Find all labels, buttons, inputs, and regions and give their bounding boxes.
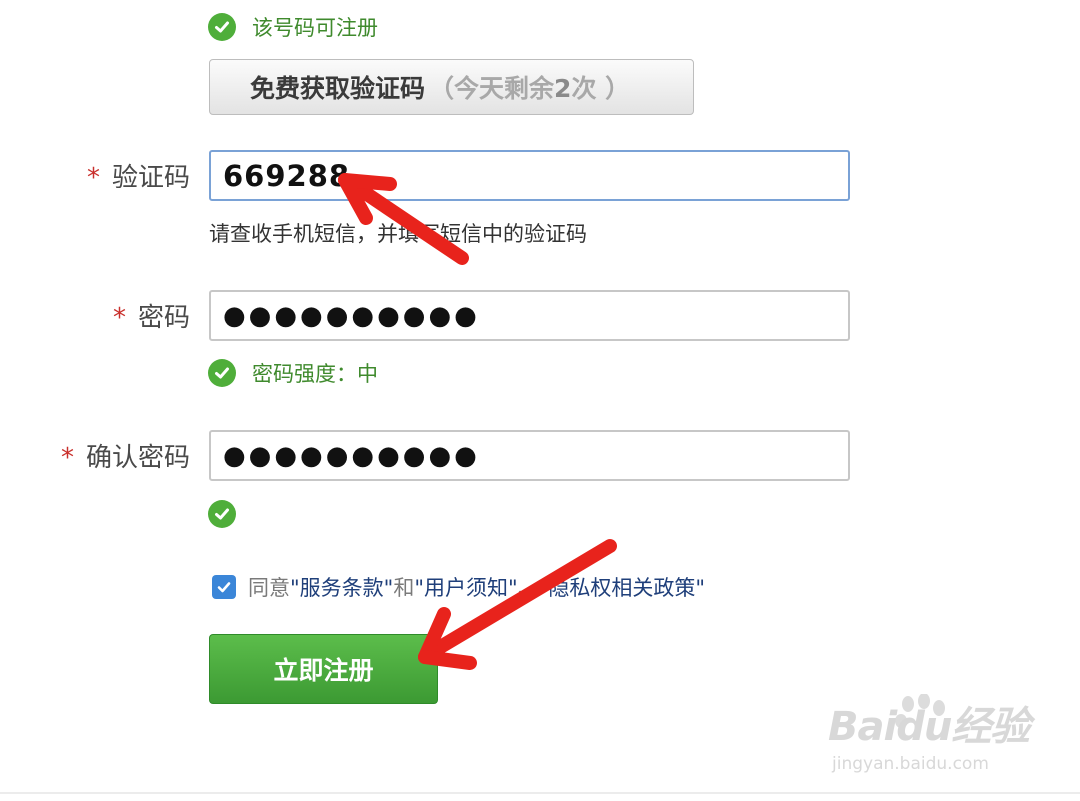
arrow-to-register-icon — [418, 539, 617, 670]
password-masked-value: ●●●●●●●●●● — [223, 300, 480, 331]
confirm-password-input[interactable]: ●●●●●●●●●● — [209, 430, 850, 481]
sms-remaining-count: 2 — [554, 74, 572, 103]
code-label: * 验证码 — [87, 157, 190, 194]
sms-button-label: 免费获取验证码 — [250, 74, 426, 103]
privacy-policy-link[interactable]: "隐私权相关政策" — [539, 572, 705, 602]
required-mark: * — [112, 303, 126, 333]
checkmark-icon — [217, 582, 231, 593]
required-mark: * — [60, 443, 74, 473]
phone-status-text: 该号码可注册 — [252, 16, 378, 40]
required-mark: * — [86, 163, 100, 193]
check-circle-icon — [208, 500, 236, 528]
register-form: 该号码可注册 免费获取验证码 （今天剩余2次 ） * 验证码 669288 请查收… — [0, 0, 1080, 801]
agreement-row: 同意 "服务条款" 和 "用户须知" 、 "隐私权相关政策" — [212, 572, 705, 602]
code-hint: 请查收手机短信，并填写短信中的验证码 — [209, 222, 587, 246]
sms-remaining-suffix: 次 ） — [571, 74, 631, 103]
password-strength-text: 密码强度：中 — [252, 362, 378, 386]
verification-code-value: 669288 — [223, 158, 351, 193]
sms-remaining: （今天剩余2次 ） — [429, 69, 630, 105]
check-circle-icon — [208, 359, 236, 387]
annotation-arrows — [338, 173, 617, 670]
baidu-jingyan-watermark: Baidu经验 jingyan.baidu.com — [828, 694, 1030, 774]
watermark-url: jingyan.baidu.com — [832, 754, 989, 774]
phone-status-row: 该号码可注册 — [208, 12, 378, 42]
sms-remaining-prefix: （今天剩余 — [429, 74, 555, 103]
register-button[interactable]: 立即注册 — [209, 634, 438, 704]
terms-link[interactable]: "服务条款" — [290, 572, 393, 602]
password-input[interactable]: ●●●●●●●●●● — [209, 290, 850, 341]
get-sms-code-button[interactable]: 免费获取验证码 （今天剩余2次 ） — [209, 59, 694, 115]
password-label-text: 密码 — [137, 303, 190, 333]
password-strength-row: 密码强度：中 — [208, 358, 378, 388]
confirm-masked-value: ●●●●●●●●●● — [223, 440, 480, 471]
agreement-prefix: 同意 — [248, 576, 290, 600]
agreement-and: 和 — [393, 576, 415, 600]
bottom-divider — [0, 792, 1080, 794]
confirm-label-text: 确认密码 — [85, 443, 190, 473]
verification-code-input[interactable]: 669288 — [209, 150, 850, 201]
confirm-status-row — [208, 500, 236, 528]
watermark-brand: Baidu经验 — [828, 704, 1030, 750]
password-label: * 密码 — [113, 297, 190, 334]
agreement-checkbox[interactable] — [212, 575, 236, 599]
user-notice-link[interactable]: "用户须知" — [414, 572, 517, 602]
agreement-separator: 、 — [517, 576, 539, 600]
confirm-password-label: * 确认密码 — [61, 437, 190, 474]
code-label-text: 验证码 — [111, 163, 190, 193]
check-circle-icon — [208, 13, 236, 41]
